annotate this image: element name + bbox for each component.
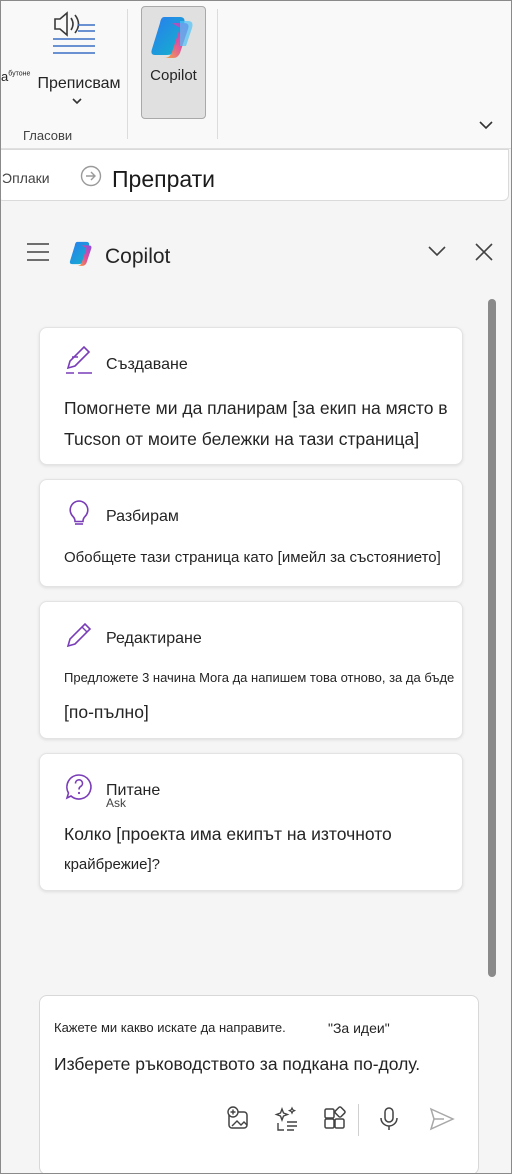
question-bubble-icon (65, 774, 92, 800)
card-prompt-text: крайбрежие]? (64, 856, 160, 873)
chevron-down-icon[interactable] (427, 243, 447, 259)
prompt-card-create[interactable]: Създаване Помогнете ми да планирам [за е… (39, 327, 463, 465)
copilot-logo-icon (69, 241, 92, 266)
compose-pencil-icon (66, 346, 92, 374)
voice-group-label: Гласови (23, 128, 73, 143)
prompt-input-box[interactable]: Кажете ми какво искате да направите. "За… (39, 995, 479, 1173)
card-prompt-text: Обобщете тази страница като [имейл за съ… (64, 549, 441, 566)
card-prompt-text: Колко [проекта има екипът на източното (64, 824, 392, 844)
arrow-right-circle-icon[interactable] (80, 165, 102, 187)
input-hint-quote: "За идеи" (328, 1020, 390, 1036)
card-prompt-text: Помогнете ми да планирам [за екип на мяс… (64, 398, 448, 418)
sparkle-prompts-icon[interactable] (274, 1106, 300, 1132)
copilot-pane: Copilot Създаване Помогнете ми да планир… (3, 219, 508, 1173)
send-icon[interactable] (428, 1106, 456, 1132)
window-frame: абутоне Преписвам Гласови Copilot Ͻплаки… (0, 0, 512, 1174)
card-title: Редактиране (106, 630, 202, 647)
input-placeholder: Изберете ръководството за подкана по-дол… (54, 1054, 421, 1074)
page-title[interactable]: Препрати (112, 166, 215, 193)
page-title-bar: Ͻплаки Препрати (1, 149, 509, 201)
add-image-icon[interactable] (226, 1106, 252, 1132)
pencil-icon (66, 622, 92, 648)
overlapped-label: Ask (106, 796, 127, 810)
chevron-down-icon[interactable] (71, 97, 83, 105)
dictate-mic-icon[interactable] (0, 15, 11, 51)
card-prompt-text: [по-пълно] (64, 702, 149, 722)
card-title: Разбирам (106, 508, 179, 525)
dictate-label-superscript: бутоне (8, 70, 31, 78)
prompt-card-understand[interactable]: Разбирам Обобщете тази страница като [им… (39, 479, 463, 587)
prompt-card-edit[interactable]: Редактиране Предложете 3 начина Мога да … (39, 601, 463, 739)
prompt-card-ask[interactable]: Питане Ask Колко [проекта има екипът на … (39, 753, 463, 891)
copilot-pane-header: Copilot (3, 219, 508, 289)
dictate-partial-label[interactable]: абутоне (1, 69, 30, 84)
transcribe-icon (53, 11, 95, 54)
apps-grid-icon[interactable] (322, 1106, 348, 1132)
close-icon[interactable] (473, 241, 495, 263)
card-prompt-text: Предложете 3 начина Мога да напишем това… (64, 670, 455, 685)
transcribe-label: Преписвам (37, 75, 121, 92)
lightbulb-icon (69, 500, 89, 525)
menu-icon[interactable] (25, 241, 51, 263)
copilot-logo-icon (151, 17, 193, 58)
ribbon-divider (127, 9, 128, 139)
microphone-icon[interactable] (376, 1106, 402, 1132)
copilot-ribbon-label: Copilot (150, 67, 197, 84)
card-title: Създаване (106, 356, 188, 373)
transcribe-button[interactable]: Преписвам (33, 9, 125, 109)
ribbon-divider (217, 9, 218, 139)
ribbon-expand-chevron-icon[interactable] (477, 119, 495, 131)
breadcrumb[interactable]: Ͻплаки (2, 170, 50, 186)
ribbon: абутоне Преписвам Гласови Copilot (1, 1, 511, 149)
input-hint: Кажете ми какво искате да направите. (54, 1020, 286, 1035)
copilot-ribbon-button[interactable]: Copilot (141, 6, 206, 119)
copilot-pane-title: Copilot (105, 245, 171, 268)
card-prompt-text: Tucson от моите бележки на тази страница… (64, 429, 420, 449)
scrollbar-thumb[interactable] (488, 299, 496, 977)
toolbar-divider (358, 1104, 359, 1136)
